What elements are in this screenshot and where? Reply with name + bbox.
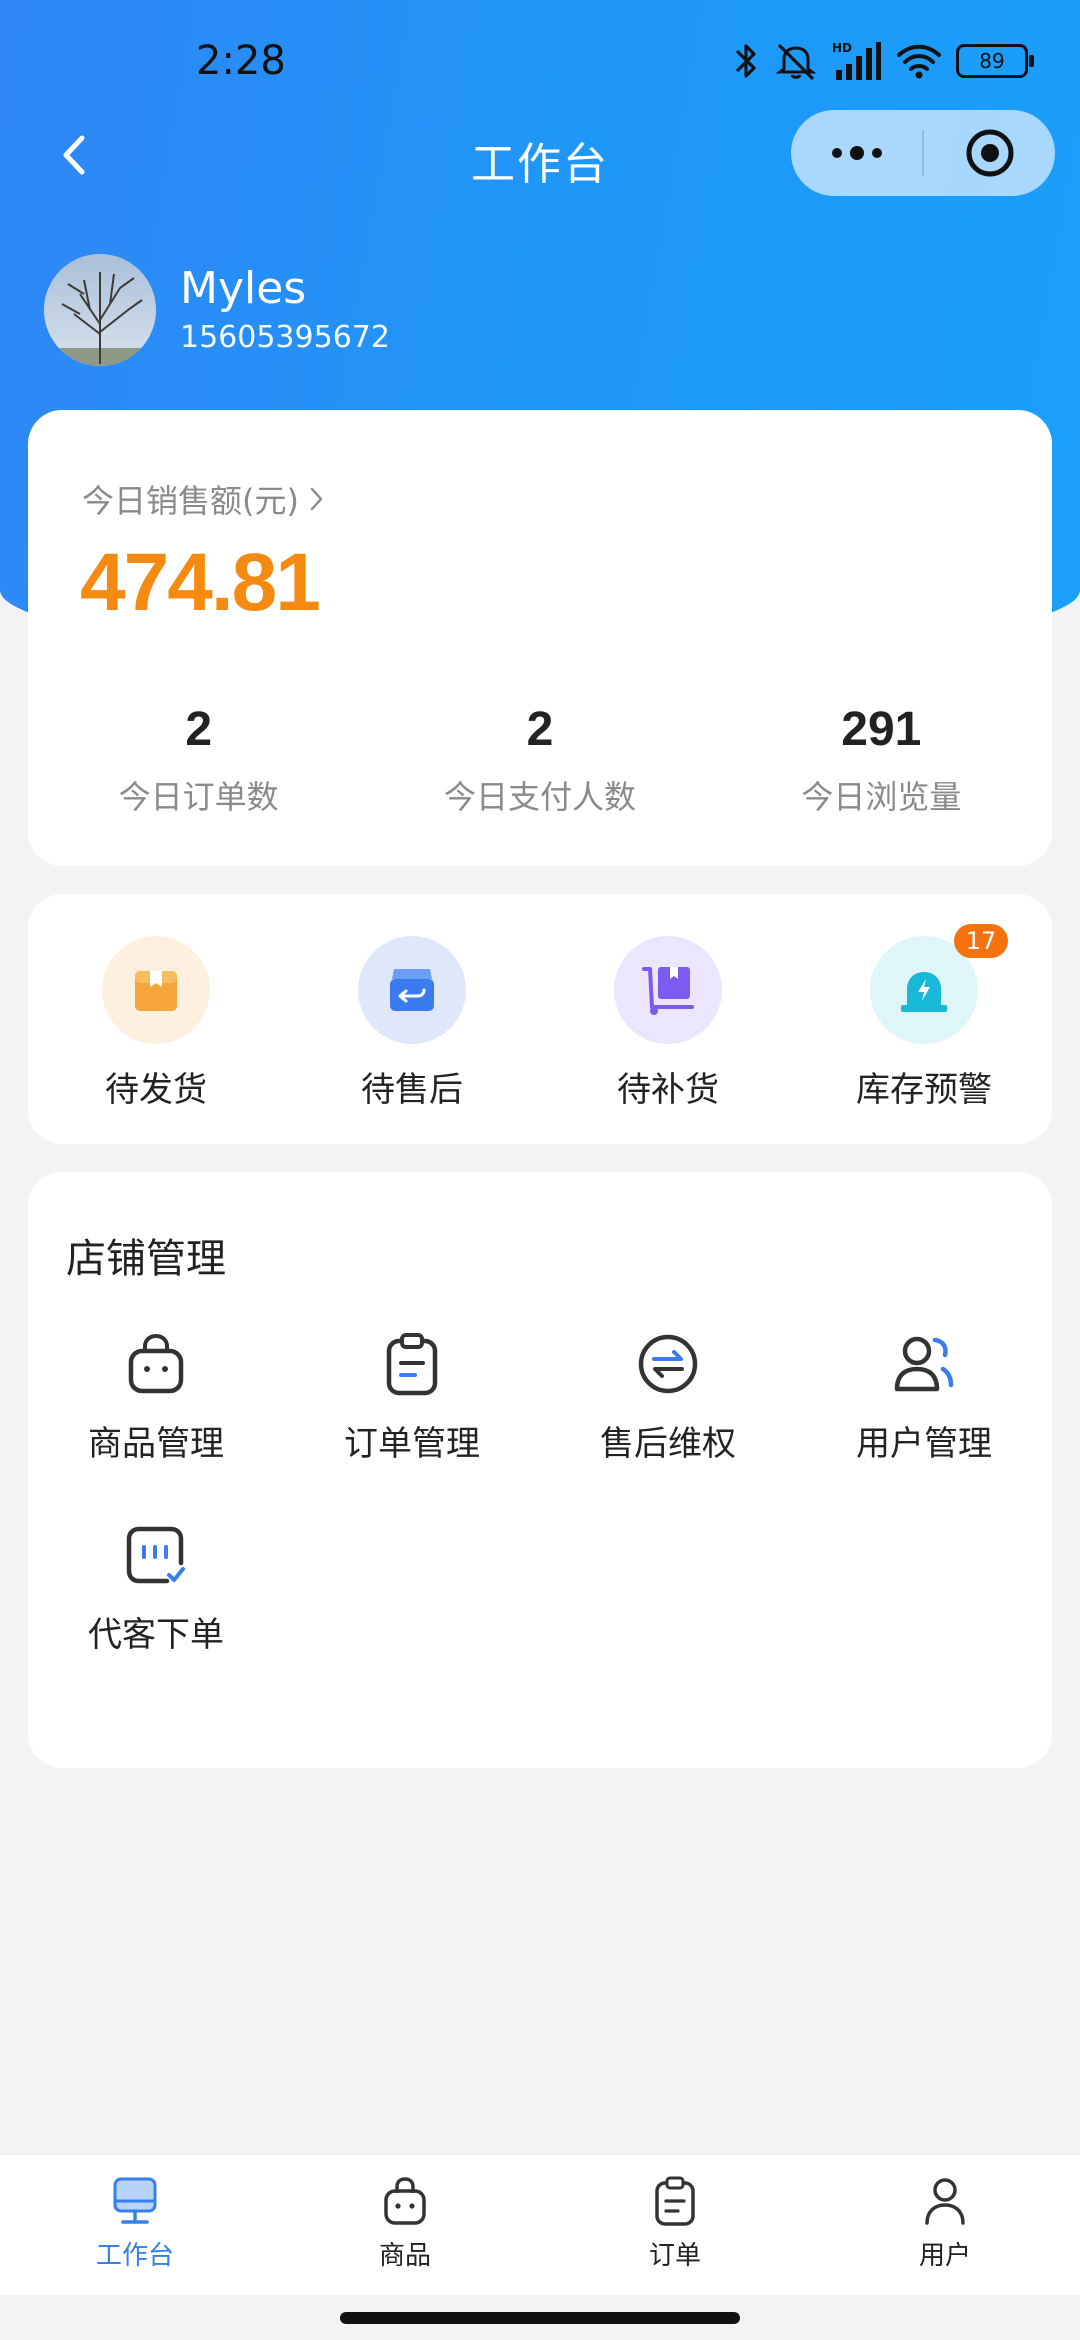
quick-action-label: 待发货: [105, 1070, 207, 1110]
quick-action-circle: [358, 936, 466, 1044]
stat-value: 2: [185, 703, 213, 756]
tab-workbench[interactable]: 工作台: [0, 2155, 270, 2295]
store-management-card: 店铺管理 商品管理 订单管理 售后维权 用户管理 代客下单: [28, 1172, 1052, 1768]
quick-action-stock-alert[interactable]: 17 库存预警: [796, 924, 1052, 1111]
manage-label: 订单管理: [344, 1424, 480, 1464]
stat-payers[interactable]: 2 今日支付人数: [369, 700, 710, 818]
monitor-icon: [113, 2177, 157, 2224]
stock-alert-badge: 17: [954, 924, 1008, 958]
cart-restock-icon: [642, 967, 694, 1015]
target-circle-icon: [966, 129, 1013, 177]
stat-label: 今日订单数: [118, 778, 279, 816]
manage-orders[interactable]: 订单管理: [284, 1328, 540, 1465]
avatar[interactable]: [44, 254, 156, 366]
users-icon: [888, 1328, 960, 1400]
tab-label: 商品: [378, 2241, 431, 2271]
bluetooth-icon: [734, 41, 760, 81]
chat-order-icon: [120, 1519, 192, 1591]
stats-row: 2 今日订单数 2 今日支付人数 291 今日浏览量: [28, 700, 1052, 818]
stat-label: 今日浏览量: [801, 778, 962, 816]
status-bar: 2:28 HD 89: [0, 0, 1080, 120]
tab-label: 工作台: [95, 2241, 174, 2271]
quick-actions-card: 待发货 待售后 待补货 17 库存预警: [28, 894, 1052, 1144]
sales-summary-card: 今日销售额(元) 474.81 2 今日订单数 2 今日支付人数 291 今日浏…: [28, 410, 1052, 866]
status-icons: HD 89: [734, 38, 1034, 84]
quick-action-label: 待补货: [617, 1070, 719, 1110]
stat-orders[interactable]: 2 今日订单数: [28, 700, 369, 818]
bottom-tab-bar: 工作台 商品 订单 用户: [0, 2154, 1080, 2295]
user-phone: 15605395672: [180, 320, 390, 355]
signal-icon: HD: [832, 40, 882, 82]
exchange-icon: [632, 1328, 704, 1400]
stat-value: 291: [841, 703, 922, 756]
manage-users[interactable]: 用户管理: [796, 1328, 1052, 1465]
tab-label: 订单: [648, 2241, 701, 2271]
quick-action-circle: [102, 936, 210, 1044]
return-icon: [390, 969, 434, 1011]
manage-label: 售后维权: [600, 1424, 736, 1464]
shopping-bag-icon: [384, 2177, 426, 2225]
tab-users[interactable]: 用户: [810, 2155, 1080, 2295]
more-button[interactable]: [791, 110, 922, 196]
close-miniprogram-button[interactable]: [924, 110, 1055, 196]
user-profile: Myles 15605395672: [44, 252, 390, 368]
sales-label-link[interactable]: 今日销售额(元): [82, 476, 325, 522]
tab-label: 用户: [918, 2241, 971, 2271]
user-icon: [925, 2178, 965, 2225]
clipboard-icon: [655, 2176, 695, 2226]
clipboard-icon: [376, 1328, 448, 1400]
stat-label: 今日支付人数: [443, 778, 636, 816]
nav-bar: 工作台: [0, 110, 1080, 200]
manage-label: 商品管理: [88, 1424, 224, 1464]
quick-action-pending-shipment[interactable]: 待发货: [28, 936, 284, 1111]
status-time: 2:28: [196, 38, 286, 84]
wifi-icon: [896, 42, 942, 80]
manage-proxy-order[interactable]: 代客下单: [28, 1519, 284, 1656]
user-name: Myles: [180, 263, 307, 314]
chevron-right-icon: [310, 487, 323, 511]
home-indicator[interactable]: [340, 2312, 740, 2324]
shopping-bag-icon: [120, 1328, 192, 1400]
section-title: 店铺管理: [66, 1236, 226, 1282]
sales-amount: 474.81: [80, 537, 321, 628]
manage-label: 代客下单: [88, 1615, 224, 1655]
manage-products[interactable]: 商品管理: [28, 1328, 284, 1465]
tab-orders[interactable]: 订单: [540, 2155, 810, 2295]
tab-products[interactable]: 商品: [270, 2155, 540, 2295]
battery-icon: 89: [956, 44, 1034, 78]
stat-value: 2: [526, 703, 554, 756]
network-label: HD: [832, 41, 852, 55]
box-icon: [135, 971, 177, 1011]
more-dots-icon: [831, 146, 882, 160]
quick-action-label: 待售后: [361, 1070, 463, 1110]
quick-action-pending-aftersale[interactable]: 待售后: [284, 936, 540, 1111]
management-grid: 商品管理 订单管理 售后维权 用户管理 代客下单: [28, 1328, 1052, 1656]
user-info: Myles 15605395672: [180, 261, 390, 359]
mute-bell-icon: [774, 41, 818, 81]
manage-aftersale[interactable]: 售后维权: [540, 1328, 796, 1465]
quick-action-circle: [614, 936, 722, 1044]
quick-action-pending-restock[interactable]: 待补货: [540, 936, 796, 1111]
stat-views[interactable]: 291 今日浏览量: [711, 700, 1052, 818]
miniprogram-capsule: [791, 110, 1055, 196]
tree-photo-icon: [44, 254, 156, 366]
alarm-icon: [901, 972, 947, 1012]
sales-label: 今日销售额(元): [82, 482, 299, 520]
quick-action-label: 库存预警: [856, 1070, 992, 1110]
quick-actions-row: 待发货 待售后 待补货 17 库存预警: [28, 924, 1052, 1111]
quick-action-circle: 17: [870, 924, 1008, 1044]
manage-label: 用户管理: [856, 1424, 992, 1464]
